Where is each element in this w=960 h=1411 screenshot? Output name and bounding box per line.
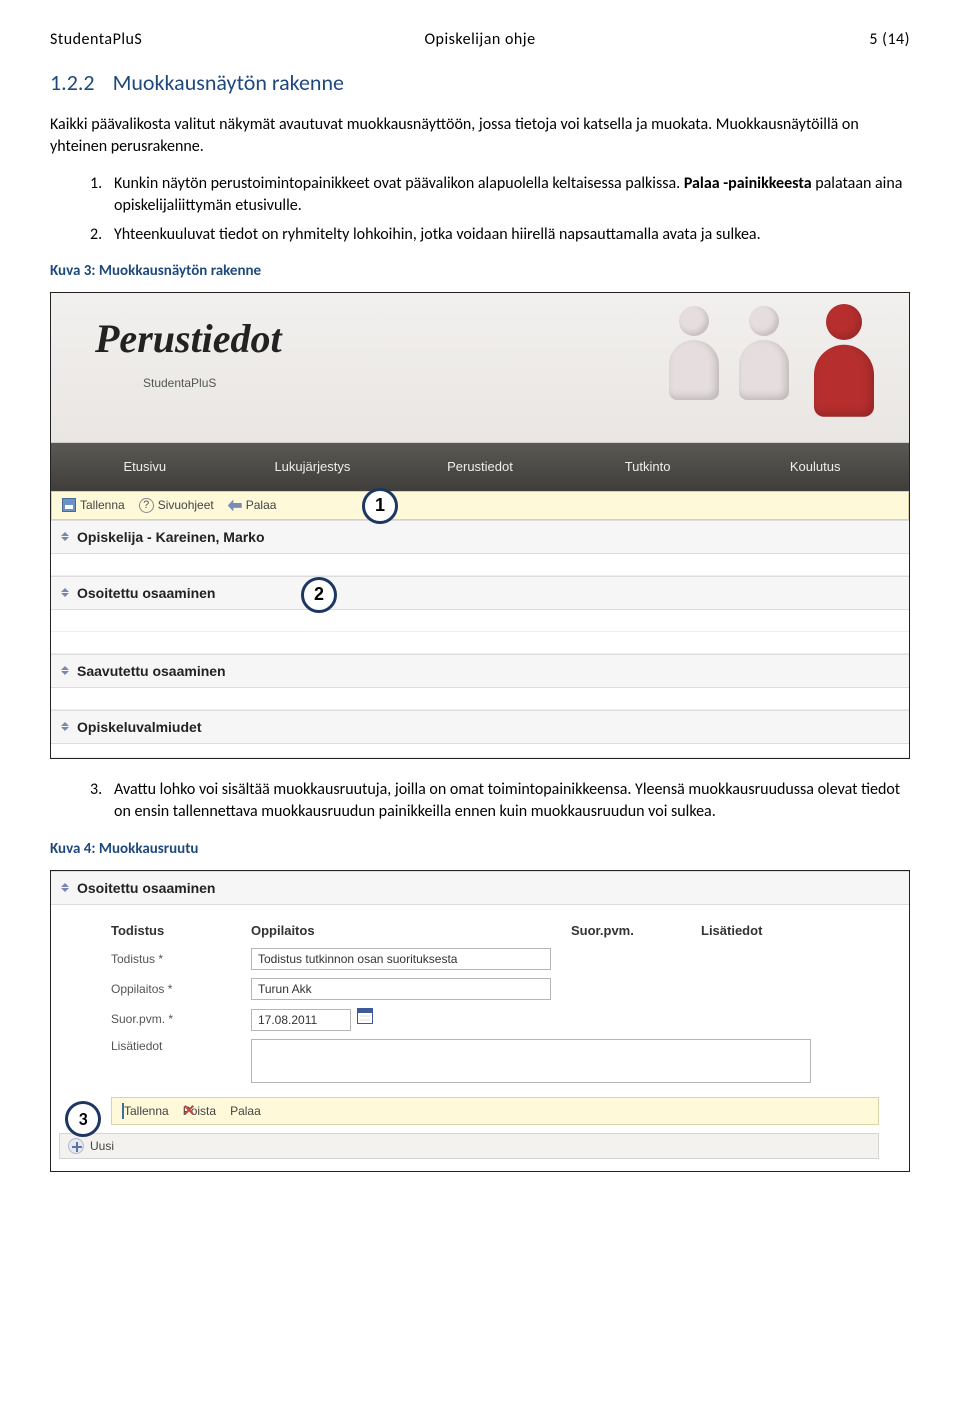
callout-badge-2: 2 bbox=[301, 577, 337, 613]
section-title: Muokkausnäytön rakenne bbox=[113, 69, 344, 96]
expand-collapse-icon bbox=[61, 532, 69, 541]
edit-form: Todistus Oppilaitos Suor.pvm. Lisätiedot… bbox=[51, 905, 909, 1087]
toolbar: Tallenna ? Sivuohjeet Palaa 1 bbox=[51, 491, 909, 520]
col-suorpvm: Suor.pvm. bbox=[571, 923, 701, 938]
expand-collapse-icon bbox=[61, 883, 69, 892]
disk-icon bbox=[62, 498, 76, 512]
label-lisatiedot: Lisätiedot bbox=[111, 1039, 251, 1053]
col-todistus: Todistus bbox=[111, 923, 251, 938]
input-suorpvm[interactable] bbox=[251, 1009, 351, 1031]
section-header-opiskelija[interactable]: Opiskelija - Kareinen, Marko bbox=[51, 520, 909, 554]
list-item: 1.Kunkin näytön perustoimintopainikkeet … bbox=[90, 173, 910, 218]
expand-collapse-icon bbox=[61, 722, 69, 731]
main-nav: Etusivu Lukujärjestys Perustiedot Tutkin… bbox=[51, 443, 909, 491]
section-number: 1.2.2 bbox=[50, 69, 95, 96]
nav-item-koulutus[interactable]: Koulutus bbox=[731, 459, 899, 474]
inner-save-button[interactable]: Tallenna bbox=[122, 1104, 169, 1118]
screenshot-2: Osoitettu osaaminen Todistus Oppilaitos … bbox=[50, 870, 910, 1172]
nav-item-lukujarjestys[interactable]: Lukujärjestys bbox=[229, 459, 397, 474]
back-arrow-icon bbox=[228, 499, 242, 511]
row-oppilaitos: Oppilaitos * bbox=[111, 974, 889, 1004]
disk-icon bbox=[122, 1103, 124, 1119]
callout-badge-1: 1 bbox=[362, 488, 398, 524]
figure-caption-2: Kuva 4: Muokkausruutu bbox=[50, 840, 910, 858]
callout-badge-3: 3 bbox=[65, 1101, 101, 1137]
intro-paragraph: Kaikki päävalikosta valitut näkymät avau… bbox=[50, 114, 910, 159]
plus-icon bbox=[68, 1138, 84, 1154]
nav-item-perustiedot[interactable]: Perustiedot bbox=[396, 459, 564, 474]
doc-title: StudentaPluS bbox=[50, 30, 337, 49]
help-button[interactable]: ? Sivuohjeet bbox=[139, 498, 214, 513]
save-button[interactable]: Tallenna bbox=[62, 498, 125, 512]
figure-caption: Kuva 3: Muokkausnäytön rakenne bbox=[50, 262, 910, 280]
section-header-opiskeluvalmiudet[interactable]: Opiskeluvalmiudet bbox=[51, 710, 909, 744]
row-todistus: Todistus * bbox=[111, 944, 889, 974]
back-button[interactable]: Palaa bbox=[228, 498, 277, 512]
banner-decoration bbox=[619, 301, 899, 431]
section-header-osoitettu-2[interactable]: Osoitettu osaaminen bbox=[51, 871, 909, 905]
inner-back-button[interactable]: Palaa bbox=[230, 1104, 261, 1118]
nav-item-etusivu[interactable]: Etusivu bbox=[61, 459, 229, 474]
page-header: StudentaPluS Opiskelijan ohje 5 (14) bbox=[50, 30, 910, 49]
expand-collapse-icon bbox=[61, 666, 69, 675]
inner-toolbar: Tallenna Poista Palaa bbox=[111, 1097, 879, 1125]
inner-delete-button[interactable]: Poista bbox=[183, 1104, 216, 1118]
app-banner: Perustiedot StudentaPluS bbox=[51, 293, 909, 443]
col-lisatiedot: Lisätiedot bbox=[701, 923, 801, 938]
nav-item-tutkinto[interactable]: Tutkinto bbox=[564, 459, 732, 474]
numbered-list-2: 3.Avattu lohko voi sisältää muokkausruut… bbox=[50, 779, 910, 824]
input-oppilaitos[interactable] bbox=[251, 978, 551, 1000]
section-header-osoitettu[interactable]: Osoitettu osaaminen 2 bbox=[51, 576, 909, 610]
list-item: 2.Yhteenkuuluvat tiedot on ryhmitelty lo… bbox=[90, 224, 910, 246]
col-oppilaitos: Oppilaitos bbox=[251, 923, 571, 938]
input-lisatiedot[interactable] bbox=[251, 1039, 811, 1083]
page-number: 5 (14) bbox=[623, 30, 910, 49]
doc-subtitle: Opiskelijan ohje bbox=[337, 30, 624, 49]
label-todistus: Todistus * bbox=[111, 952, 251, 966]
calendar-icon[interactable] bbox=[357, 1008, 373, 1024]
new-row-button[interactable]: Uusi bbox=[59, 1133, 879, 1159]
numbered-list-1: 1.Kunkin näytön perustoimintopainikkeet … bbox=[50, 173, 910, 246]
section-heading: 1.2.2 Muokkausnäytön rakenne bbox=[50, 69, 910, 96]
screenshot-1: Perustiedot StudentaPluS Etusivu Lukujär… bbox=[50, 292, 910, 759]
help-icon: ? bbox=[139, 498, 154, 513]
section-header-saavutettu[interactable]: Saavutettu osaaminen bbox=[51, 654, 909, 688]
label-suorpvm: Suor.pvm. * bbox=[111, 1012, 251, 1026]
input-todistus[interactable] bbox=[251, 948, 551, 970]
row-lisatiedot: Lisätiedot bbox=[111, 1035, 889, 1087]
label-oppilaitos: Oppilaitos * bbox=[111, 982, 251, 996]
row-suorpvm: Suor.pvm. * bbox=[111, 1004, 889, 1035]
expand-collapse-icon bbox=[61, 588, 69, 597]
list-item: 3.Avattu lohko voi sisältää muokkausruut… bbox=[90, 779, 910, 824]
form-column-headers: Todistus Oppilaitos Suor.pvm. Lisätiedot bbox=[111, 917, 889, 944]
